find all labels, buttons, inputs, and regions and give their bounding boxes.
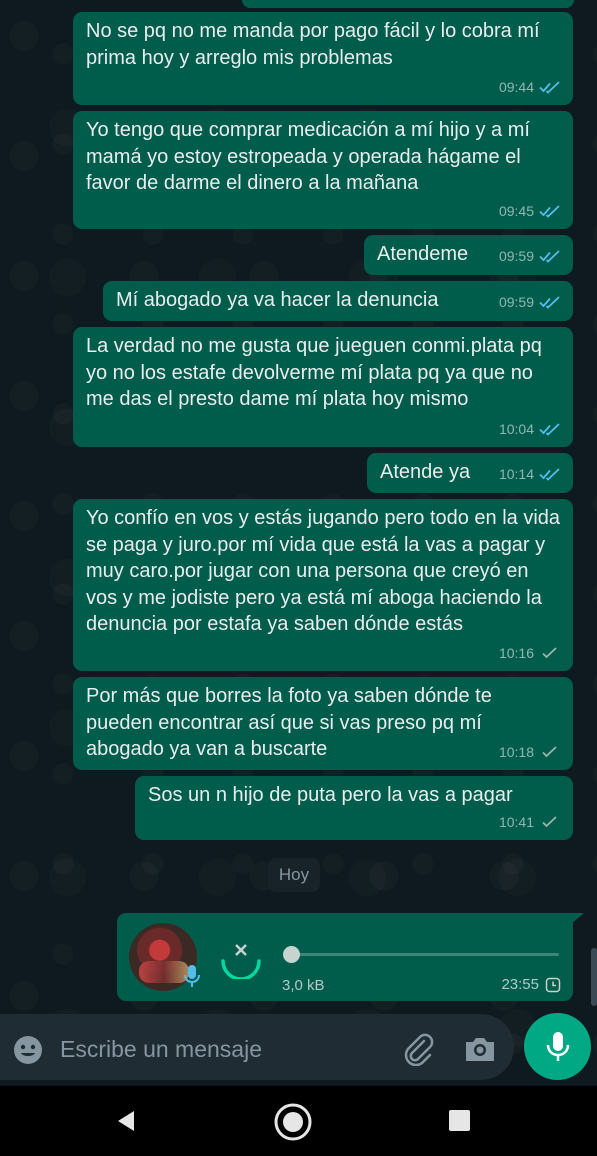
paperclip-icon[interactable] [400, 1032, 434, 1066]
day-separator: Hoy [268, 858, 320, 892]
message-time: 09:59 [498, 247, 534, 264]
message-bubble[interactable]: Sos un n hijo de puta pero la vas a paga… [135, 776, 573, 840]
message-text: No se pq no me manda por pago fácil y lo… [86, 20, 540, 69]
message-meta: 09:59 [499, 243, 561, 270]
message-time: 09:59 [498, 293, 534, 310]
message-input[interactable]: Escribe un mensaje [60, 1036, 262, 1063]
message-text: Atende ya [380, 461, 471, 483]
single-check-icon [542, 816, 557, 828]
message-time: 10:18 [498, 743, 534, 760]
message-meta: 10:04 [499, 416, 561, 443]
back-triangle-icon[interactable] [114, 1109, 138, 1133]
double-check-read-icon [539, 296, 560, 309]
single-check-icon [542, 647, 557, 659]
voice-bubble-tail [570, 913, 584, 925]
message-bubble[interactable]: Atendeme 09:59 [364, 235, 573, 275]
voice-time: 23:55 [501, 976, 539, 993]
microphone-icon [546, 1031, 569, 1061]
message-meta: 10:41 [499, 809, 561, 836]
message-text: Sos un n hijo de puta pero la vas a paga… [148, 784, 513, 806]
double-check-read-icon [539, 423, 560, 436]
voice-size: 3,0 kB [282, 977, 325, 994]
message-time: 10:04 [498, 420, 534, 437]
message-meta: 10:16 [499, 640, 561, 667]
message-bubble[interactable]: Mí abogado ya va hacer la denuncia 09:59 [103, 281, 573, 321]
message-bubble[interactable]: No se pq no me manda por pago fácil y lo… [73, 12, 573, 105]
message-time: 09:45 [498, 202, 534, 219]
single-check-icon [542, 746, 557, 758]
composer: Escribe un mensaje [0, 1010, 597, 1086]
scrollbar[interactable] [591, 948, 597, 1006]
previous-message-tail [242, 0, 574, 8]
voice-record-button[interactable] [524, 1013, 591, 1080]
message-bubble[interactable]: Yo confío en vos y estás jugando pero to… [73, 499, 573, 671]
microphone-icon [184, 965, 200, 987]
message-time: 10:41 [498, 813, 534, 830]
recents-square-icon[interactable] [449, 1110, 470, 1131]
cancel-x-icon[interactable] [217, 931, 265, 979]
message-text: Atendeme [377, 243, 469, 265]
message-text: Mí abogado ya va hacer la denuncia [116, 289, 439, 311]
message-bubble[interactable]: La verdad no me gusta que jueguen conmi.… [73, 327, 573, 447]
chat-area: No se pq no me manda por pago fácil y lo… [0, 0, 597, 1085]
home-circle-icon[interactable] [273, 1102, 313, 1142]
system-navigation-bar [0, 1086, 597, 1156]
message-bubble[interactable]: Yo tengo que comprar medicación a mí hij… [73, 111, 573, 229]
double-check-read-icon [539, 81, 560, 94]
message-time: 10:16 [498, 644, 534, 661]
message-text: Por más que borres la foto ya saben dónd… [86, 685, 492, 760]
message-meta: 09:45 [499, 198, 561, 225]
message-text: Yo tengo que comprar medicación a mí hij… [86, 119, 530, 194]
message-time: 10:14 [498, 465, 534, 482]
message-meta: 09:44 [499, 74, 561, 101]
double-check-read-icon [539, 250, 560, 263]
voice-note-bubble[interactable]: 3,0 kB 23:55 [117, 913, 573, 1001]
message-text: Yo confío en vos y estás jugando pero to… [86, 507, 561, 635]
clock-icon [545, 977, 561, 992]
emoji-icon[interactable] [12, 1034, 44, 1066]
voice-progress-track[interactable] [291, 953, 559, 956]
double-check-read-icon [539, 468, 560, 481]
double-check-read-icon [539, 205, 560, 218]
message-meta: 09:59 [499, 289, 561, 316]
message-time: 09:44 [498, 78, 534, 95]
message-input-pill[interactable]: Escribe un mensaje [0, 1014, 514, 1080]
camera-icon[interactable] [463, 1034, 497, 1064]
voice-progress-thumb[interactable] [283, 946, 300, 963]
message-meta: 10:18 [499, 739, 561, 766]
voice-meta: 23:55 [501, 976, 561, 993]
message-meta: 10:14 [499, 461, 561, 488]
message-bubble[interactable]: Por más que borres la foto ya saben dónd… [73, 677, 573, 770]
message-text: La verdad no me gusta que jueguen conmi.… [86, 335, 542, 410]
message-bubble[interactable]: Atende ya 10:14 [367, 453, 573, 493]
